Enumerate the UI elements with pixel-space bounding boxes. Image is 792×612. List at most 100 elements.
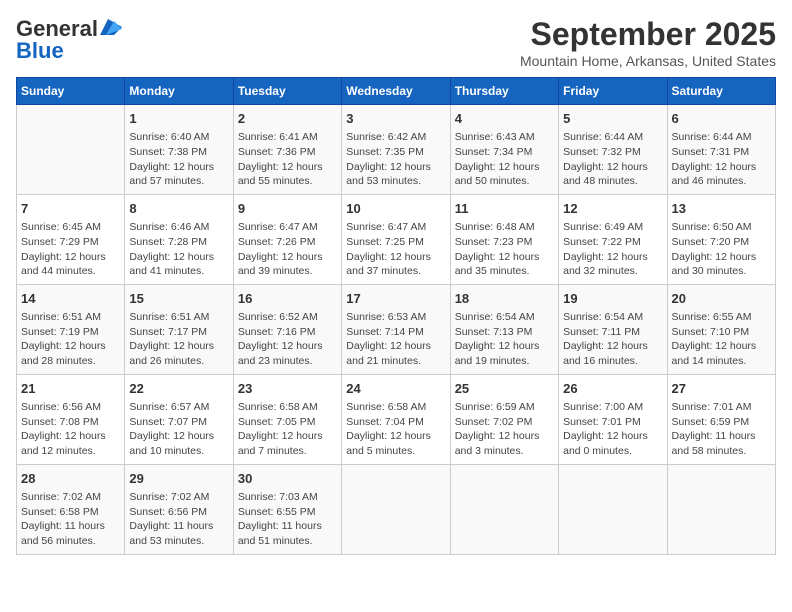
weekday-header-row: SundayMondayTuesdayWednesdayThursdayFrid… (17, 78, 776, 105)
calendar-cell: 23 Sunrise: 6:58 AMSunset: 7:05 PMDayligh… (233, 374, 341, 464)
day-number: 3 (346, 110, 445, 128)
day-number: 26 (563, 380, 662, 398)
calendar-cell: 5Sunrise: 6:44 AMSunset: 7:32 PMDaylight… (559, 105, 667, 195)
day-number: 19 (563, 290, 662, 308)
calendar-week-row: 14 Sunrise: 6:51 AMSunset: 7:19 PMDayligh… (17, 284, 776, 374)
daylight-minutes: and 7 minutes. (238, 445, 307, 457)
calendar-cell: 17 Sunrise: 6:53 AMSunset: 7:14 PMDayligh… (342, 284, 450, 374)
daylight-minutes: and 53 minutes. (346, 175, 421, 187)
title-block: September 2025 Mountain Home, Arkansas, … (520, 16, 776, 69)
calendar-cell: 30 Sunrise: 7:03 AMSunset: 6:55 PMDayligh… (233, 464, 341, 554)
daylight-minutes: and 56 minutes. (21, 535, 96, 547)
calendar-cell: 4 Sunrise: 6:43 AMSunset: 7:34 PMDaylight… (450, 105, 558, 195)
day-number: 17 (346, 290, 445, 308)
daylight-minutes: and 30 minutes. (672, 265, 747, 277)
day-info: Sunrise: 6:53 AMSunset: 7:14 PMDaylight:… (346, 310, 445, 369)
day-info: Sunrise: 6:40 AMSunset: 7:38 PMDaylight:… (129, 130, 228, 189)
weekday-header-thursday: Thursday (450, 78, 558, 105)
day-number: 30 (238, 470, 337, 488)
daylight-minutes: and 14 minutes. (672, 355, 747, 367)
daylight-minutes: and 46 minutes. (672, 175, 747, 187)
day-number: 9 (238, 200, 337, 218)
day-number: 29 (129, 470, 228, 488)
day-info: Sunrise: 6:43 AMSunset: 7:34 PMDaylight:… (455, 130, 554, 189)
daylight-minutes: and 57 minutes. (129, 175, 204, 187)
day-info: Sunrise: 6:51 AMSunset: 7:19 PMDaylight:… (21, 310, 120, 369)
day-info: Sunrise: 6:48 AMSunset: 7:23 PMDaylight:… (455, 220, 554, 279)
day-number: 12 (563, 200, 662, 218)
logo-blue: Blue (16, 38, 64, 64)
daylight-minutes: and 35 minutes. (455, 265, 530, 277)
calendar-cell (342, 464, 450, 554)
day-number: 22 (129, 380, 228, 398)
daylight-minutes: and 39 minutes. (238, 265, 313, 277)
daylight-minutes: and 44 minutes. (21, 265, 96, 277)
calendar-cell (559, 464, 667, 554)
day-info: Sunrise: 6:45 AMSunset: 7:29 PMDaylight:… (21, 220, 120, 279)
day-info: Sunrise: 6:46 AMSunset: 7:28 PMDaylight:… (129, 220, 228, 279)
day-number: 6 (672, 110, 771, 128)
day-info: Sunrise: 6:50 AMSunset: 7:20 PMDaylight:… (672, 220, 771, 279)
day-number: 20 (672, 290, 771, 308)
day-info: Sunrise: 7:00 AMSunset: 7:01 PMDaylight:… (563, 400, 662, 459)
day-info: Sunrise: 6:54 AMSunset: 7:13 PMDaylight:… (455, 310, 554, 369)
daylight-minutes: and 19 minutes. (455, 355, 530, 367)
day-info: Sunrise: 6:44 AMSunset: 7:32 PMDaylight:… (563, 130, 662, 189)
daylight-minutes: and 16 minutes. (563, 355, 638, 367)
calendar-cell: 26 Sunrise: 7:00 AMSunset: 7:01 PMDayligh… (559, 374, 667, 464)
day-number: 10 (346, 200, 445, 218)
calendar-cell: 1Sunrise: 6:40 AMSunset: 7:38 PMDaylight… (125, 105, 233, 195)
day-info: Sunrise: 6:47 AMSunset: 7:26 PMDaylight:… (238, 220, 337, 279)
daylight-minutes: and 28 minutes. (21, 355, 96, 367)
daylight-minutes: and 23 minutes. (238, 355, 313, 367)
day-info: Sunrise: 6:47 AMSunset: 7:25 PMDaylight:… (346, 220, 445, 279)
daylight-minutes: and 58 minutes. (672, 445, 747, 457)
day-number: 16 (238, 290, 337, 308)
day-info: Sunrise: 6:42 AMSunset: 7:35 PMDaylight:… (346, 130, 445, 189)
day-number: 4 (455, 110, 554, 128)
daylight-minutes: and 32 minutes. (563, 265, 638, 277)
day-number: 27 (672, 380, 771, 398)
daylight-minutes: and 3 minutes. (455, 445, 524, 457)
day-number: 25 (455, 380, 554, 398)
daylight-minutes: and 12 minutes. (21, 445, 96, 457)
day-number: 13 (672, 200, 771, 218)
day-info: Sunrise: 7:02 AMSunset: 6:56 PMDaylight:… (129, 490, 228, 549)
calendar-cell (17, 105, 125, 195)
day-info: Sunrise: 7:03 AMSunset: 6:55 PMDaylight:… (238, 490, 337, 549)
day-info: Sunrise: 7:02 AMSunset: 6:58 PMDaylight:… (21, 490, 120, 549)
day-number: 23 (238, 380, 337, 398)
weekday-header-sunday: Sunday (17, 78, 125, 105)
calendar-cell: 10 Sunrise: 6:47 AMSunset: 7:25 PMDayligh… (342, 194, 450, 284)
weekday-header-friday: Friday (559, 78, 667, 105)
day-number: 18 (455, 290, 554, 308)
day-number: 14 (21, 290, 120, 308)
calendar-cell: 3 Sunrise: 6:42 AMSunset: 7:35 PMDaylight… (342, 105, 450, 195)
day-number: 11 (455, 200, 554, 218)
daylight-minutes: and 41 minutes. (129, 265, 204, 277)
page-header: General Blue September 2025 Mountain Hom… (16, 16, 776, 69)
day-info: Sunrise: 7:01 AMSunset: 6:59 PMDaylight:… (672, 400, 771, 459)
daylight-minutes: and 5 minutes. (346, 445, 415, 457)
calendar-title: September 2025 (520, 16, 776, 53)
calendar-cell: 28Sunrise: 7:02 AMSunset: 6:58 PMDayligh… (17, 464, 125, 554)
calendar-cell: 25 Sunrise: 6:59 AMSunset: 7:02 PMDayligh… (450, 374, 558, 464)
calendar-cell: 12 Sunrise: 6:49 AMSunset: 7:22 PMDayligh… (559, 194, 667, 284)
calendar-cell: 20Sunrise: 6:55 AMSunset: 7:10 PMDayligh… (667, 284, 775, 374)
day-info: Sunrise: 6:57 AMSunset: 7:07 PMDaylight:… (129, 400, 228, 459)
calendar-subtitle: Mountain Home, Arkansas, United States (520, 53, 776, 69)
day-info: Sunrise: 6:52 AMSunset: 7:16 PMDaylight:… (238, 310, 337, 369)
logo-icon (100, 19, 122, 35)
daylight-minutes: and 0 minutes. (563, 445, 632, 457)
daylight-minutes: and 10 minutes. (129, 445, 204, 457)
calendar-cell: 19Sunrise: 6:54 AMSunset: 7:11 PMDayligh… (559, 284, 667, 374)
day-number: 7 (21, 200, 120, 218)
calendar-cell: 18 Sunrise: 6:54 AMSunset: 7:13 PMDayligh… (450, 284, 558, 374)
day-info: Sunrise: 6:49 AMSunset: 7:22 PMDaylight:… (563, 220, 662, 279)
daylight-minutes: and 37 minutes. (346, 265, 421, 277)
day-number: 8 (129, 200, 228, 218)
day-info: Sunrise: 6:58 AMSunset: 7:05 PMDaylight:… (238, 400, 337, 459)
calendar-cell: 15Sunrise: 6:51 AMSunset: 7:17 PMDayligh… (125, 284, 233, 374)
day-info: Sunrise: 6:59 AMSunset: 7:02 PMDaylight:… (455, 400, 554, 459)
day-number: 21 (21, 380, 120, 398)
